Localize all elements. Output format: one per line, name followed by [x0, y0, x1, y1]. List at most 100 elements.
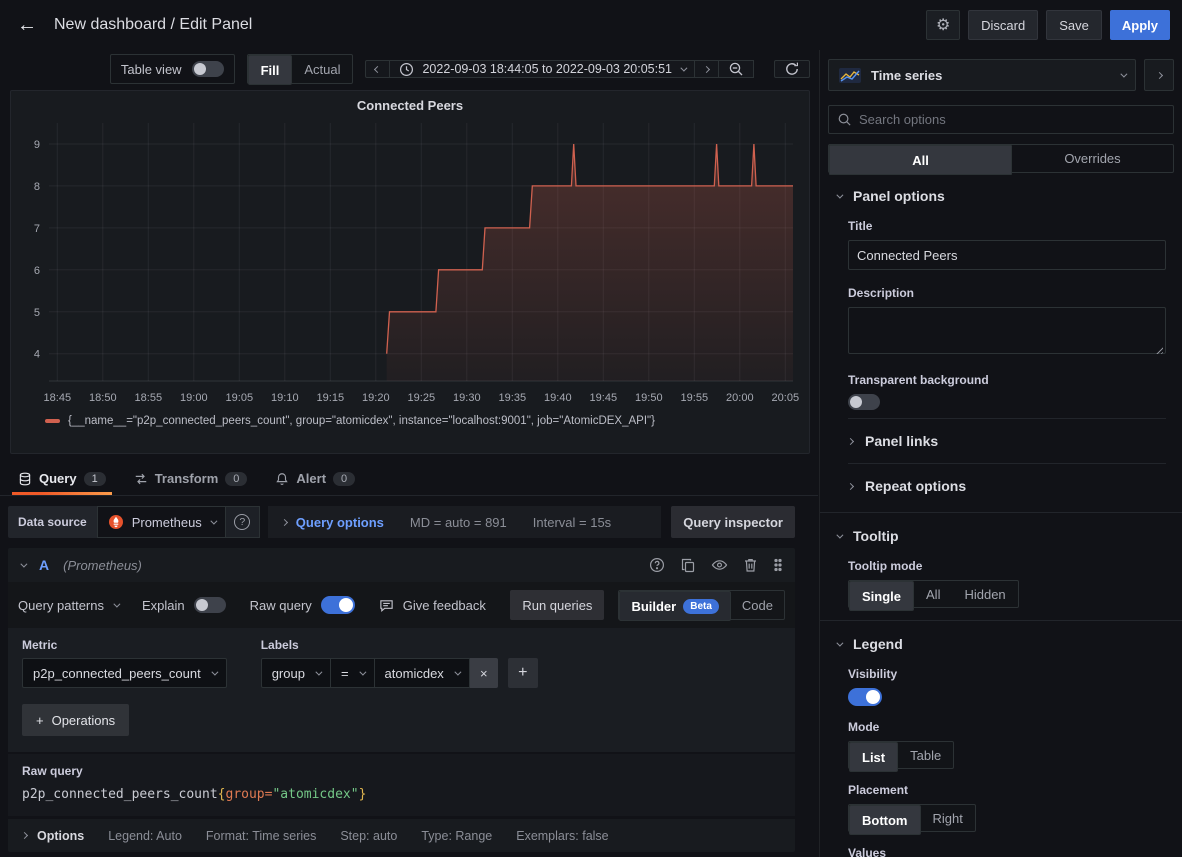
query-inspector-button[interactable]: Query inspector: [671, 506, 795, 538]
svg-text:19:00: 19:00: [180, 392, 208, 404]
builder-label: Builder: [631, 599, 676, 614]
code-option[interactable]: Code: [731, 591, 784, 619]
zoom-out-icon: [728, 61, 744, 77]
beta-badge: Beta: [683, 599, 719, 614]
discard-button[interactable]: Discard: [968, 10, 1038, 40]
repeat-options-title: Repeat options: [865, 478, 966, 494]
fill-option[interactable]: Fill: [248, 55, 293, 85]
option-step: Step: auto: [340, 829, 397, 843]
save-button[interactable]: Save: [1046, 10, 1102, 40]
query-patterns-label: Query patterns: [18, 598, 104, 613]
back-arrow-icon[interactable]: ←: [10, 8, 44, 42]
query-options-link[interactable]: Query options: [282, 515, 384, 530]
search-options-row: [828, 105, 1174, 134]
legend-list-option[interactable]: List: [849, 742, 898, 772]
editor-tabs: Query 1 Transform 0 Alert 0: [0, 460, 818, 496]
help-circle-icon[interactable]: [649, 557, 665, 573]
datasource-row: Data source Prometheus ? Query options M…: [8, 506, 795, 538]
search-options-input[interactable]: [828, 105, 1174, 134]
time-range-button[interactable]: 2022-09-03 18:44:05 to 2022-09-03 20:05:…: [390, 60, 695, 78]
query-options-footer: Options Legend: Auto Format: Time series…: [8, 819, 795, 852]
eye-icon[interactable]: [711, 557, 728, 573]
tab-transform[interactable]: Transform 0: [124, 471, 258, 495]
remove-label-button[interactable]: ×: [470, 658, 498, 688]
transparent-bg-toggle[interactable]: [848, 394, 880, 410]
zoom-out-button[interactable]: [719, 60, 754, 78]
panel-options-section: Panel options Title Description Transpar…: [820, 173, 1182, 508]
query-ref-id: A: [39, 557, 49, 573]
time-forward-button[interactable]: [695, 60, 719, 78]
collapse-sidebar-button[interactable]: [1144, 59, 1174, 91]
give-feedback-link[interactable]: Give feedback: [379, 598, 486, 613]
query-row-header[interactable]: A (Prometheus): [8, 548, 795, 582]
database-icon: [18, 472, 32, 486]
help-icon: ?: [234, 514, 250, 530]
time-back-button[interactable]: [365, 60, 390, 78]
label-operator-value: =: [341, 666, 349, 681]
legend-right-option[interactable]: Right: [921, 805, 975, 831]
clock-icon: [399, 62, 414, 77]
tooltip-single-option[interactable]: Single: [849, 581, 914, 611]
query-patterns-dropdown[interactable]: Query patterns: [18, 598, 118, 613]
explain-toggle[interactable]: [194, 597, 226, 613]
chevron-down-icon: [680, 64, 687, 71]
label-filter: group = atomicdex ×: [261, 658, 498, 688]
label-value-select[interactable]: atomicdex: [375, 658, 470, 688]
trash-icon[interactable]: [743, 557, 758, 573]
query-row-actions: [649, 557, 783, 573]
label-operator-select[interactable]: =: [331, 658, 375, 688]
tooltip-header[interactable]: Tooltip: [836, 513, 1166, 559]
add-operations-button[interactable]: + Operations: [22, 704, 129, 736]
builder-option[interactable]: Builder Beta: [619, 591, 730, 621]
legend-visibility-label: Visibility: [848, 667, 1166, 681]
panel-links-title: Panel links: [865, 433, 938, 449]
legend-series-label[interactable]: {__name__="p2p_connected_peers_count", g…: [68, 415, 655, 427]
panel-description-textarea[interactable]: [848, 307, 1166, 354]
give-feedback-label: Give feedback: [403, 598, 486, 613]
repeat-options-header[interactable]: Repeat options: [848, 464, 1166, 508]
metric-select[interactable]: p2p_connected_peers_count: [22, 658, 227, 688]
builder-code-segment: Builder Beta Code: [618, 590, 785, 620]
chevron-down-icon: [20, 560, 27, 567]
label-key-select[interactable]: group: [261, 658, 331, 688]
raw-query-toggle[interactable]: [321, 596, 355, 614]
viz-type-select[interactable]: Time series: [828, 59, 1136, 91]
drag-handle-icon[interactable]: [773, 557, 783, 573]
legend-mode-segment: List Table: [848, 741, 954, 769]
raw-query-section: Raw query p2p_connected_peers_count{grou…: [8, 754, 795, 816]
legend-table-option[interactable]: Table: [898, 742, 953, 768]
raw-attr: group=: [226, 787, 273, 802]
options-expander[interactable]: Options: [22, 829, 84, 843]
refresh-button[interactable]: [774, 60, 810, 78]
tooltip-hidden-option[interactable]: Hidden: [952, 581, 1017, 607]
settings-button[interactable]: ⚙: [926, 10, 960, 40]
tab-query[interactable]: Query 1: [8, 471, 116, 495]
tab-transform-count: 0: [225, 472, 247, 486]
datasource-help-button[interactable]: ?: [226, 506, 260, 538]
table-view-toggle[interactable]: [192, 61, 224, 77]
legend-swatch[interactable]: [45, 419, 60, 423]
run-queries-button[interactable]: Run queries: [510, 590, 604, 620]
tab-overrides[interactable]: Overrides: [1012, 145, 1173, 172]
actual-option[interactable]: Actual: [292, 55, 352, 83]
chart-plot-area[interactable]: 45678918:4518:5018:5519:0019:0519:1019:1…: [15, 117, 803, 419]
legend-title: Legend: [853, 636, 903, 652]
tab-alert[interactable]: Alert 0: [265, 471, 365, 495]
apply-button[interactable]: Apply: [1110, 10, 1170, 40]
svg-text:18:50: 18:50: [89, 392, 117, 404]
svg-text:19:25: 19:25: [408, 392, 436, 404]
panel-links-header[interactable]: Panel links: [848, 419, 1166, 463]
add-label-button[interactable]: +: [508, 658, 538, 688]
legend-bottom-option[interactable]: Bottom: [849, 805, 921, 835]
tab-all[interactable]: All: [829, 145, 1012, 175]
datasource-label: Data source: [8, 506, 97, 538]
duplicate-icon[interactable]: [680, 557, 696, 573]
datasource-select[interactable]: Prometheus: [97, 506, 226, 538]
chart-title: Connected Peers: [11, 91, 809, 113]
panel-title-input[interactable]: [848, 240, 1166, 270]
panel-options-header[interactable]: Panel options: [836, 173, 1166, 219]
legend-header[interactable]: Legend: [836, 621, 1166, 667]
raw-value: "atomicdex": [272, 787, 358, 802]
legend-visibility-toggle[interactable]: [848, 688, 882, 706]
tooltip-all-option[interactable]: All: [914, 581, 952, 607]
